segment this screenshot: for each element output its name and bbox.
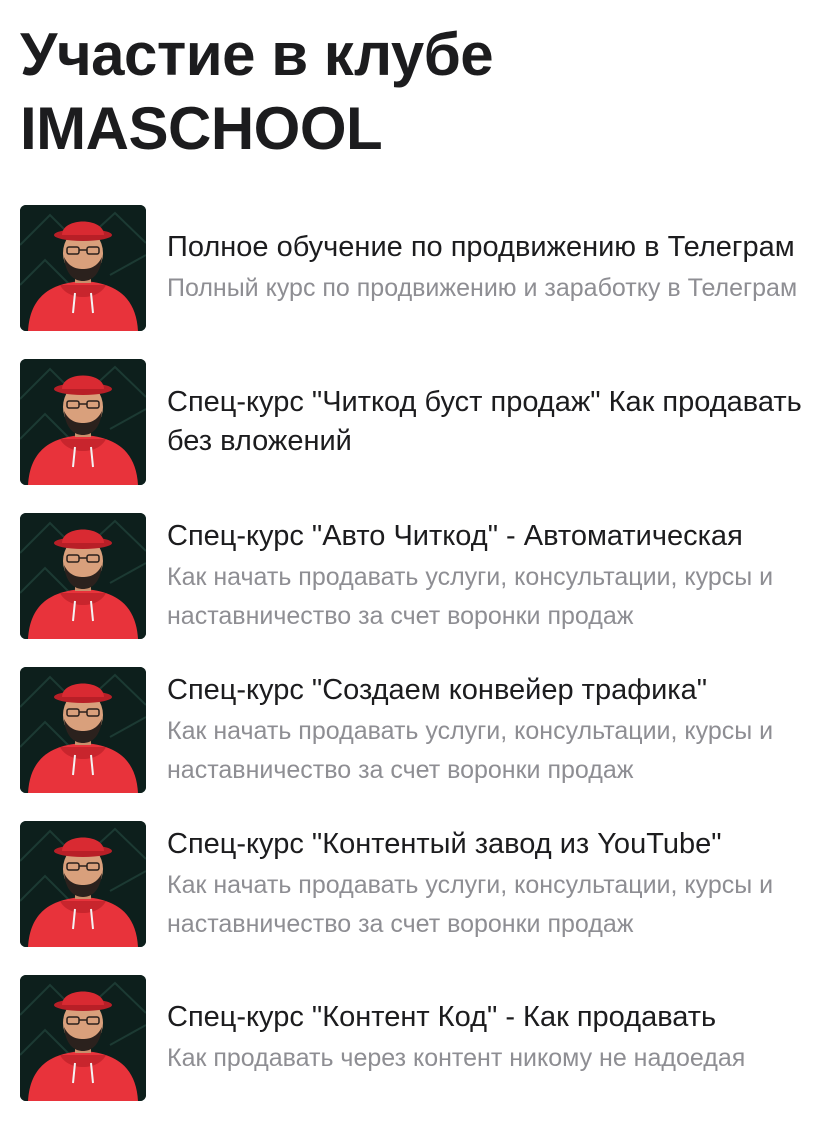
course-subtitle: Как продавать через контент никому не на… — [167, 1044, 746, 1072]
course-subtitle: Как начать продавать услуги, консультаци… — [167, 870, 774, 938]
course-title: Спец-курс "Контент Код" - Как продавать — [167, 1001, 717, 1033]
course-text: Спец-курс "Создаем конвейер трафика" Как… — [167, 671, 808, 790]
course-list: Полное обучение по продвижению в Телегра… — [20, 205, 808, 1129]
course-item[interactable]: Спец-курс "Авто Читкод" - Автоматическая… — [20, 513, 808, 639]
course-title: Спец-курс "Контентый завод из YouTube" — [167, 827, 722, 860]
course-subtitle: Как начать продавать услуги, консультаци… — [167, 716, 774, 784]
author-photo-red-hoodie-icon — [20, 359, 146, 485]
course-subtitle: Полный курс по продвижению и заработку в… — [167, 274, 798, 302]
course-text: Спец-курс "Авто Читкод" - Автоматическая… — [167, 517, 808, 636]
author-photo-red-hoodie-icon — [20, 975, 146, 1101]
course-item[interactable]: Спец-курс "Создаем конвейер трафика" Как… — [20, 667, 808, 793]
course-text: Спец-курс "Читкод буст продаж" Как прода… — [167, 383, 808, 461]
author-photo-red-hoodie-icon — [20, 513, 146, 639]
course-text: Спец-курс "Контентый завод из YouTube" К… — [167, 825, 808, 944]
course-item[interactable]: Спец-курс "Контент Код" - Как продавать … — [20, 975, 808, 1101]
author-photo-red-hoodie-icon — [20, 205, 146, 331]
course-text: Полное обучение по продвижению в Телегра… — [167, 228, 808, 308]
author-photo-red-hoodie-icon — [20, 667, 146, 793]
course-title: Спец-курс "Авто Читкод" - Автоматическая — [167, 519, 743, 552]
course-item[interactable]: Спец-курс "Контентый завод из YouTube" К… — [20, 821, 808, 947]
page: Участие в клубе IMASCHOOL Полное обучени… — [0, 0, 828, 1138]
course-item[interactable]: Полное обучение по продвижению в Телегра… — [20, 205, 808, 331]
course-title: Полное обучение по продвижению в Телегра… — [167, 231, 795, 263]
page-title: Участие в клубе IMASCHOOL — [20, 21, 494, 162]
course-item[interactable]: Спец-курс "Читкод буст продаж" Как прода… — [20, 359, 808, 485]
course-text: Спец-курс "Контент Код" - Как продавать … — [167, 998, 808, 1078]
course-title: Спец-курс "Читкод буст продаж" Как прода… — [167, 386, 802, 457]
course-subtitle: Как начать продавать услуги, консультаци… — [167, 562, 774, 630]
author-photo-red-hoodie-icon — [20, 821, 146, 947]
course-title: Спец-курс "Создаем конвейер трафика" — [167, 673, 708, 706]
